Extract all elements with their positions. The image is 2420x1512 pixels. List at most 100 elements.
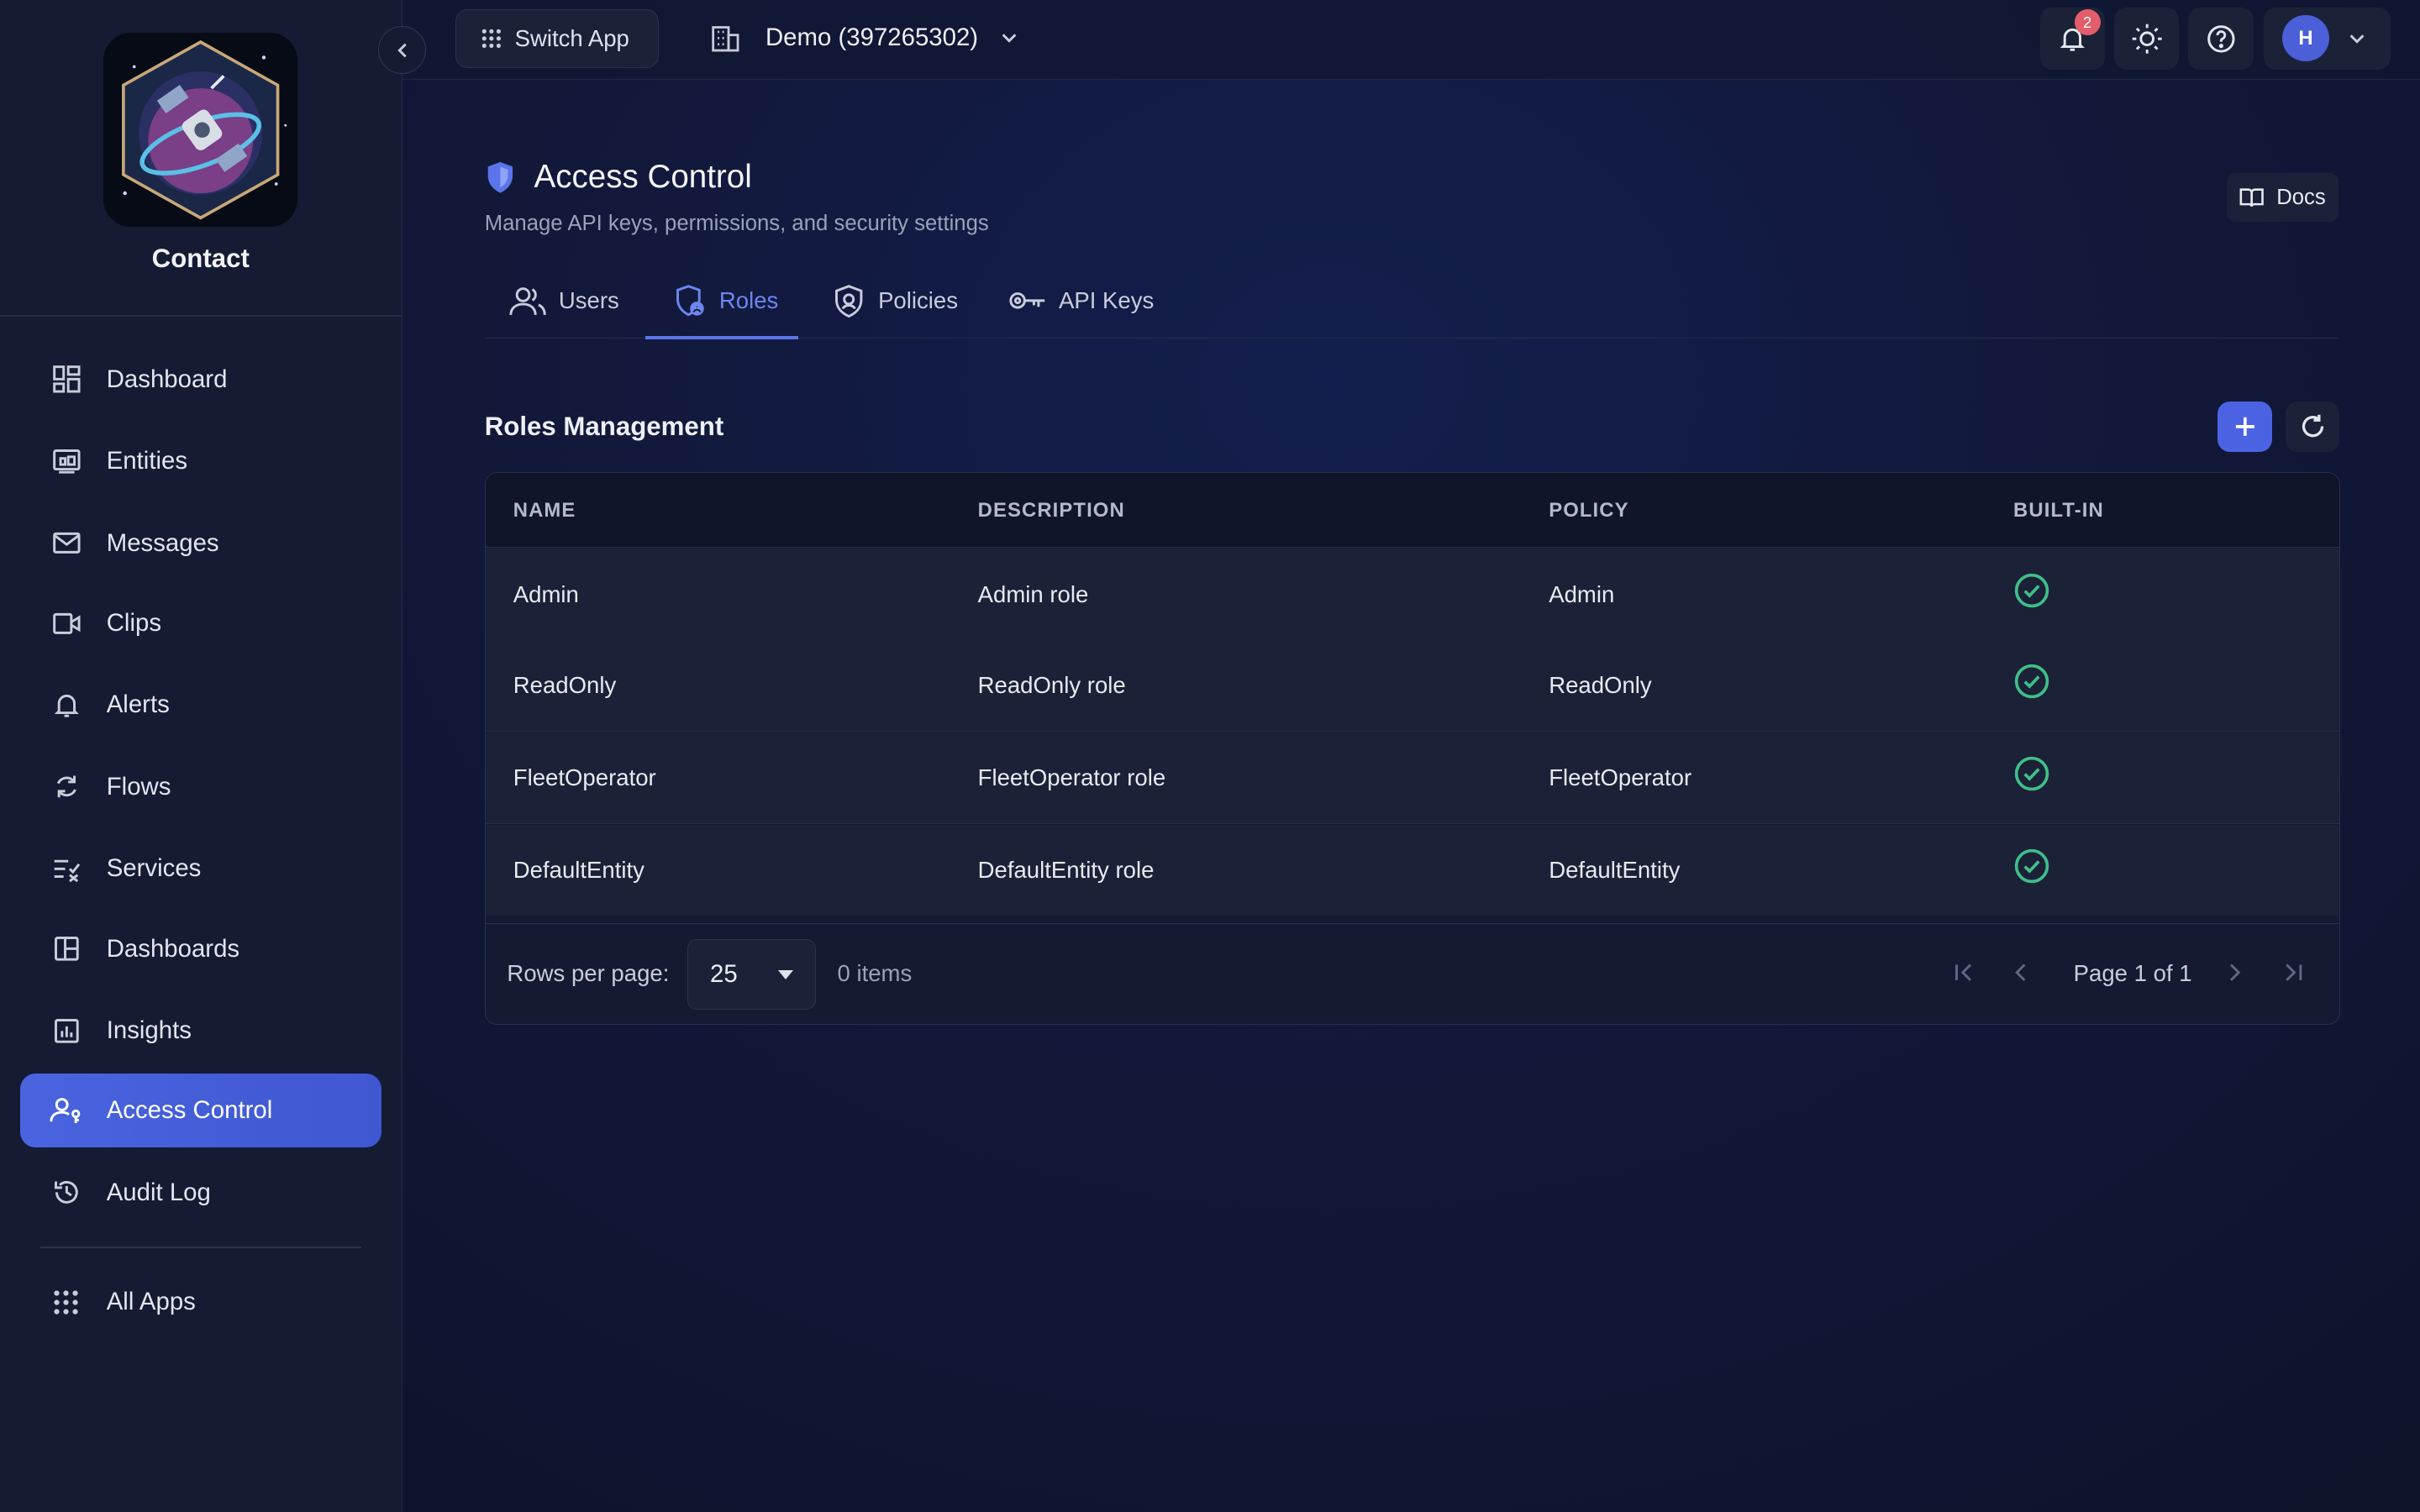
add-role-button[interactable] [2217, 401, 2272, 453]
sidebar-item-label: Services [106, 854, 202, 883]
sync-icon [50, 770, 83, 804]
sidebar-item-entities[interactable]: Entities [20, 424, 381, 498]
next-page-button[interactable] [2216, 954, 2253, 991]
chevron-down-icon [2348, 29, 2366, 48]
shield-check-icon [832, 284, 865, 318]
check-circle-icon [2014, 664, 2049, 699]
last-page-icon [2286, 963, 2302, 982]
sidebar-item-access-control[interactable]: Access Control [19, 1074, 381, 1148]
roles-table-body: NAME DESCRIPTION POLICY BUILT-IN Admin A… [485, 473, 2339, 925]
last-page-button[interactable] [2274, 954, 2311, 991]
bell-icon [50, 688, 83, 722]
sidebar-item-label: Clips [106, 609, 162, 638]
sidebar-item-label: Insights [106, 1016, 192, 1044]
book-icon [2239, 188, 2264, 207]
check-circle-icon [2014, 849, 2049, 884]
role-policy: Admin [1549, 580, 1615, 607]
shield-icon [485, 160, 516, 194]
refresh-icon [2302, 415, 2323, 438]
sidebar-item-services[interactable]: Services [20, 832, 381, 906]
sidebar-divider [0, 314, 402, 317]
role-description: Admin role [977, 580, 1089, 607]
tab-api-keys[interactable]: API Keys [1009, 264, 1154, 338]
column-header-description[interactable]: DESCRIPTION [978, 499, 1125, 522]
table-row[interactable]: DefaultEntity DefaultEntity role Default… [485, 824, 2339, 916]
video-icon [50, 606, 83, 640]
sidebar-item-label: Audit Log [106, 1178, 211, 1206]
user-menu-button[interactable]: H [2264, 8, 2391, 70]
table-row[interactable]: Admin Admin role Admin [485, 549, 2339, 641]
sidebar-item-clips[interactable]: Clips [20, 586, 381, 660]
page-info: Page 1 of 1 [2073, 960, 2192, 987]
tab-bar: Users Roles Policies API Keys [484, 264, 2338, 340]
sidebar-item-label: Entities [106, 447, 188, 475]
section-title: Roles Management [484, 412, 724, 442]
organization-select[interactable]: Demo (397265302) [710, 9, 1018, 66]
page-header: Access Control [485, 159, 752, 196]
notification-badge: 2 [2074, 9, 2101, 36]
switch-app-button[interactable]: Switch App [455, 9, 660, 68]
chart-icon [50, 1014, 83, 1047]
switch-app-label: Switch App [514, 24, 629, 51]
layout-icon [50, 932, 83, 965]
grid-icon [50, 1285, 83, 1319]
tab-users[interactable]: Users [509, 264, 619, 338]
rows-per-page-select[interactable]: 25 [687, 938, 816, 1011]
sidebar-item-dashboard[interactable]: Dashboard [20, 343, 381, 417]
checklist-icon [50, 852, 83, 885]
role-policy: DefaultEntity [1549, 857, 1681, 884]
help-icon [2207, 24, 2235, 53]
roles-table: NAME DESCRIPTION POLICY BUILT-IN Admin A… [484, 472, 2340, 1025]
prev-page-button[interactable] [2002, 954, 2039, 991]
role-description: FleetOperator role [977, 764, 1166, 791]
sun-icon [2132, 24, 2162, 54]
role-name: ReadOnly [513, 671, 617, 698]
rows-per-page-label: Rows per page: [507, 960, 670, 987]
tab-roles[interactable]: Roles [644, 264, 798, 340]
app-logo [103, 32, 298, 227]
user-key-icon [50, 1094, 83, 1127]
rows-per-page-value: 25 [710, 959, 738, 988]
collapse-sidebar-button[interactable] [377, 26, 427, 75]
role-description: ReadOnly role [977, 671, 1126, 698]
column-header-built-in[interactable]: BUILT-IN [2013, 499, 2104, 522]
mail-icon [50, 526, 83, 559]
sidebar-item-all-apps[interactable]: All Apps [20, 1265, 381, 1339]
table-row[interactable]: FleetOperator FleetOperator role FleetOp… [485, 732, 2339, 824]
first-page-icon [1954, 963, 1971, 982]
table-header: NAME DESCRIPTION POLICY BUILT-IN [485, 473, 2339, 549]
chevron-down-icon [1000, 29, 1018, 47]
tab-policies[interactable]: Policies [832, 264, 958, 338]
role-policy: ReadOnly [1549, 671, 1652, 698]
sidebar-item-flows[interactable]: Flows [20, 750, 381, 824]
role-name: FleetOperator [513, 764, 656, 791]
check-circle-icon [2014, 573, 2049, 607]
dashboard-icon [50, 363, 83, 396]
key-icon [1009, 290, 1046, 312]
shield-user-icon [673, 284, 707, 318]
sidebar-item-label: Flows [106, 772, 171, 801]
sidebar-item-messages[interactable]: Messages [20, 506, 381, 580]
theme-toggle-button[interactable] [2114, 8, 2180, 70]
sidebar-item-insights[interactable]: Insights [20, 994, 381, 1068]
sidebar-item-label: All Apps [106, 1288, 196, 1316]
sidebar-item-dashboards[interactable]: Dashboards [20, 911, 381, 985]
entities-icon [50, 444, 83, 478]
docs-button[interactable]: Docs [2227, 172, 2338, 223]
avatar: H [2282, 15, 2329, 62]
table-row[interactable]: ReadOnly ReadOnly role ReadOnly [485, 639, 2339, 732]
pagination: Rows per page: 25 0 items Page 1 of 1 [486, 923, 2339, 1023]
sidebar-item-audit-log[interactable]: Audit Log [20, 1156, 381, 1230]
first-page-button[interactable] [1945, 954, 1982, 991]
history-icon [50, 1176, 83, 1210]
sidebar-item-alerts[interactable]: Alerts [20, 668, 381, 742]
column-header-name[interactable]: NAME [513, 499, 576, 522]
sidebar-item-label: Dashboard [106, 365, 228, 393]
items-count: 0 items [837, 960, 913, 987]
page-title: Access Control [534, 159, 752, 196]
notifications-button[interactable]: 2 [2040, 8, 2106, 70]
help-button[interactable] [2188, 8, 2254, 70]
refresh-button[interactable] [2286, 401, 2340, 453]
column-header-policy[interactable]: POLICY [1549, 499, 1628, 522]
plus-icon [2235, 417, 2254, 436]
